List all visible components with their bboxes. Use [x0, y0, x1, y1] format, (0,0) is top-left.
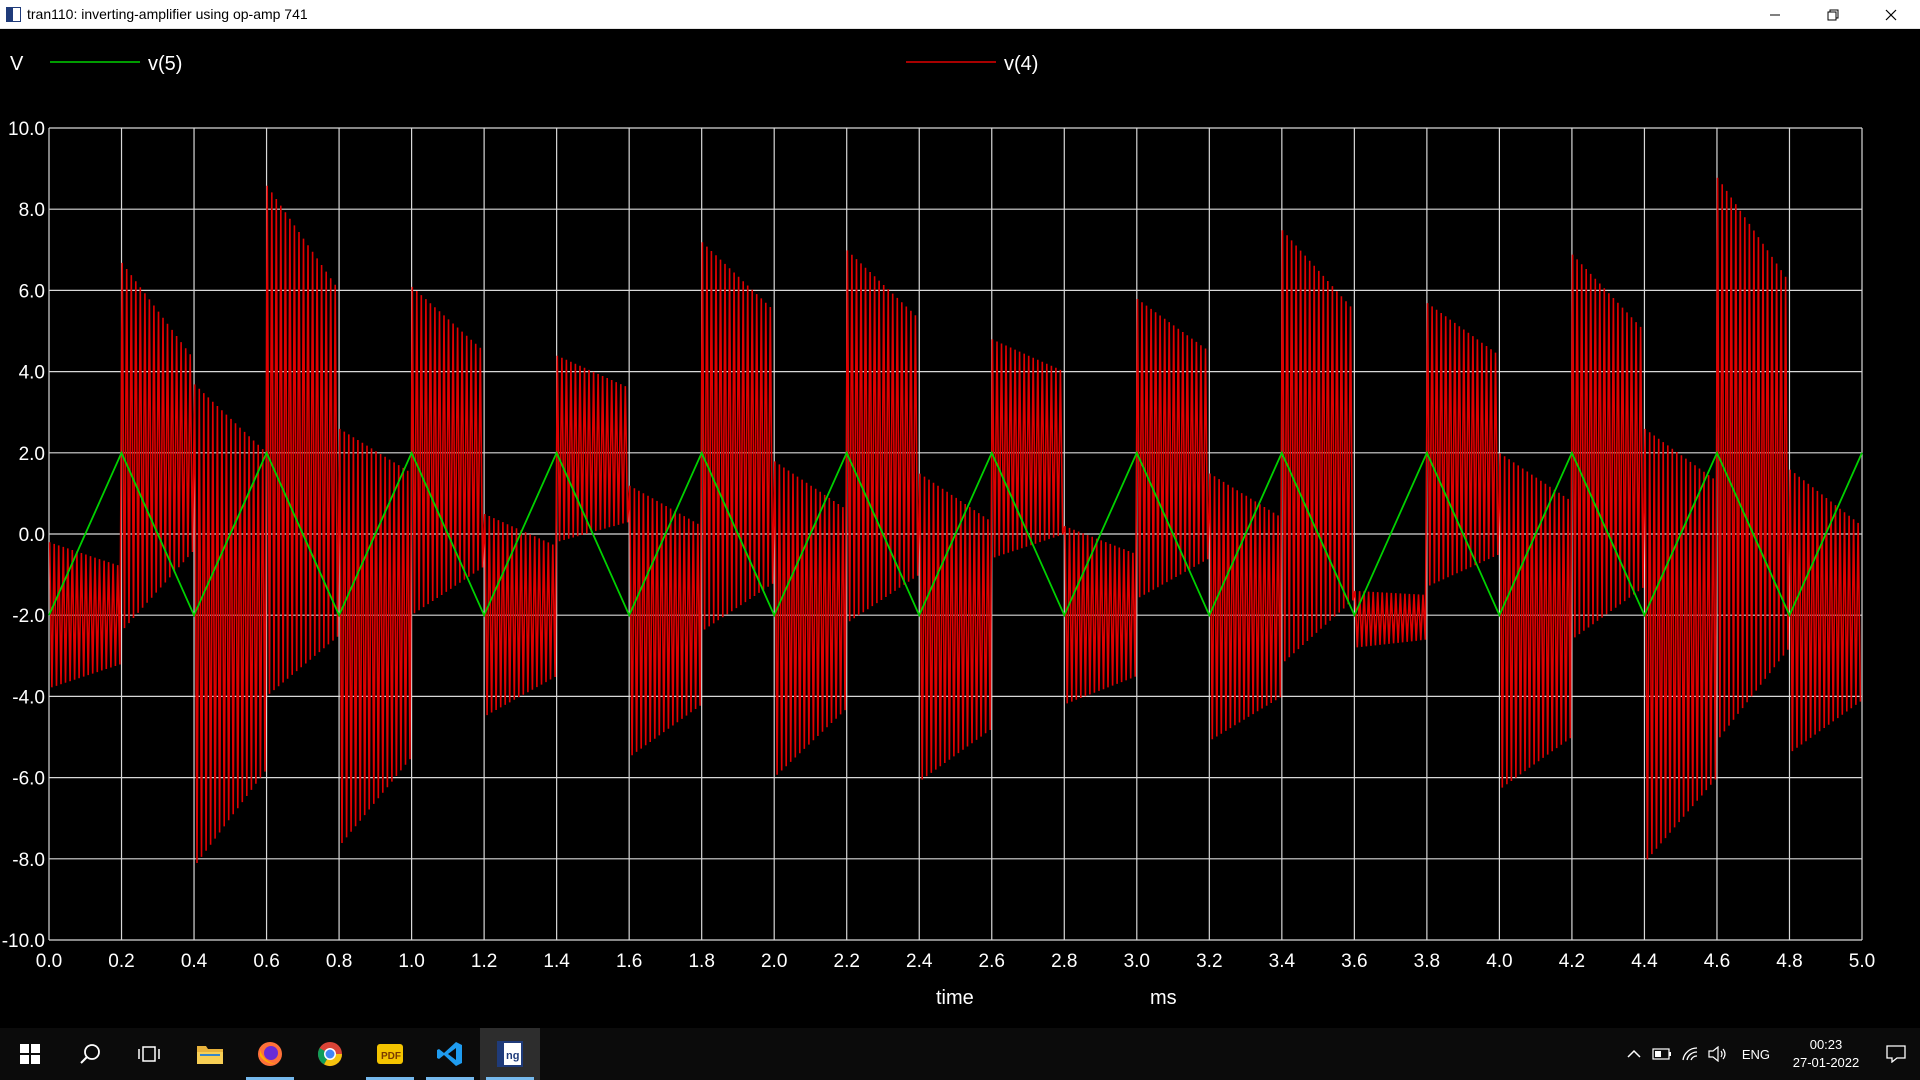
app-root: tran110: inverting-amplifier using op-am…: [0, 0, 1920, 1080]
x-tick-label: 0.4: [181, 951, 208, 972]
x-axis-label: time: [936, 987, 974, 1009]
x-tick-label: 0.6: [253, 951, 279, 972]
taskbar-file-explorer[interactable]: [180, 1028, 240, 1080]
close-icon: [1885, 9, 1897, 20]
x-tick-label: 1.0: [398, 951, 424, 972]
pdf-icon: PDF: [377, 1044, 403, 1064]
window-controls: [1746, 0, 1920, 29]
x-tick-label: 3.6: [1341, 951, 1367, 972]
y-tick-label: 8.0: [19, 200, 45, 221]
x-tick-label: 1.4: [543, 951, 570, 972]
y-tick-label: -8.0: [12, 850, 45, 871]
y-tick-label: 2.0: [19, 444, 45, 465]
tray-battery[interactable]: [1648, 1028, 1676, 1080]
x-tick-label: 2.2: [834, 951, 860, 972]
tray-overflow-button[interactable]: [1620, 1028, 1648, 1080]
chevron-up-icon: [1627, 1049, 1641, 1058]
y-tick-label: -2.0: [12, 606, 45, 627]
clock-time: 00:23: [1809, 1037, 1843, 1052]
x-axis-unit: ms: [1150, 987, 1177, 1009]
firefox-icon: [258, 1042, 282, 1066]
waveform-plot[interactable]: 10.0 8.0 6.0 4.0 2.0 0.0 -2.0 -4.0 -6.0 -8.0 -10.0…: [0, 29, 1920, 1028]
windows-logo-icon: [20, 1044, 40, 1064]
y-tick-label: 6.0: [19, 281, 45, 302]
y-tick-label: 0.0: [19, 525, 45, 546]
task-view-icon: [138, 1046, 160, 1062]
taskbar-ngspice[interactable]: ng: [480, 1028, 540, 1080]
minimize-button[interactable]: [1746, 0, 1804, 29]
x-tick-label: 5.0: [1849, 951, 1875, 972]
taskbar-vscode[interactable]: [420, 1028, 480, 1080]
tray-network[interactable]: [1676, 1028, 1704, 1080]
window-title: tran110: inverting-amplifier using op-am…: [27, 6, 308, 22]
task-view-button[interactable]: [120, 1028, 180, 1080]
y-tick-label: -6.0: [12, 769, 45, 790]
x-tick-label: 0.0: [36, 951, 62, 972]
restore-button[interactable]: [1804, 0, 1862, 29]
x-tick-label: 4.4: [1631, 951, 1658, 972]
plot-window[interactable]: 10.0 8.0 6.0 4.0 2.0 0.0 -2.0 -4.0 -6.0 -8.0 -10.0…: [0, 29, 1920, 1028]
x-tick-label: 2.6: [979, 951, 1005, 972]
vscode-icon: [437, 1042, 462, 1066]
x-tick-label: 4.2: [1559, 951, 1585, 972]
minimize-icon: [1770, 14, 1780, 15]
y-tick-label: -10.0: [2, 931, 45, 952]
speaker-icon: [1708, 1046, 1726, 1062]
system-tray: ENG 00:23 27-01-2022: [1620, 1028, 1920, 1080]
y-tick-label: 10.0: [8, 119, 45, 140]
x-tick-label: 4.6: [1704, 951, 1730, 972]
search-icon: [80, 1044, 100, 1064]
x-tick-label: 3.8: [1414, 951, 1440, 972]
wifi-icon: [1682, 1047, 1697, 1061]
x-tick-label: 1.2: [471, 951, 497, 972]
taskbar-pdf-reader[interactable]: PDF: [360, 1028, 420, 1080]
legend-label-v4: v(4): [1004, 53, 1038, 75]
start-button[interactable]: [0, 1028, 60, 1080]
series-v4-line: [48, 177, 1862, 864]
x-tick-label: 4.0: [1486, 951, 1512, 972]
y-tick-label: 4.0: [19, 363, 45, 384]
notification-center-button[interactable]: [1872, 1028, 1920, 1080]
legend: V v(5) v(4): [10, 53, 1038, 75]
language-indicator[interactable]: ENG: [1732, 1047, 1780, 1062]
app-icon: [6, 6, 21, 22]
ngspice-icon: ng: [497, 1041, 523, 1067]
x-tick-label: 3.0: [1124, 951, 1150, 972]
x-tick-label: 4.8: [1776, 951, 1802, 972]
chrome-icon: [317, 1042, 342, 1067]
svg-text:ng: ng: [506, 1050, 519, 1062]
title-bar[interactable]: tran110: inverting-amplifier using op-am…: [0, 0, 1920, 29]
close-button[interactable]: [1862, 0, 1920, 29]
battery-icon: [1652, 1048, 1671, 1060]
x-tick-label: 2.0: [761, 951, 787, 972]
taskbar-chrome[interactable]: [300, 1028, 360, 1080]
x-tick-label: 3.2: [1196, 951, 1222, 972]
x-tick-label: 2.8: [1051, 951, 1077, 972]
taskbar: PDF ng ENG 00:23 27-01-2022: [0, 1028, 1920, 1080]
series-layer: [48, 177, 1863, 864]
y-unit-label: V: [10, 53, 24, 75]
x-tick-label: 3.4: [1269, 951, 1296, 972]
search-button[interactable]: [60, 1028, 120, 1080]
legend-label-v5: v(5): [148, 53, 182, 75]
clock-date: 27-01-2022: [1792, 1055, 1860, 1070]
x-tick-label: 2.4: [906, 951, 933, 972]
folder-icon: [197, 1046, 223, 1064]
x-tick-label: 1.8: [688, 951, 714, 972]
restore-icon: [1827, 9, 1839, 20]
x-tick-label: 0.8: [326, 951, 352, 972]
clock[interactable]: 00:23 27-01-2022: [1780, 1036, 1872, 1072]
x-tick-label: 0.2: [108, 951, 134, 972]
x-tick-label: 1.6: [616, 951, 642, 972]
y-tick-label: -4.0: [12, 687, 45, 708]
tray-volume[interactable]: [1704, 1028, 1732, 1080]
taskbar-firefox[interactable]: [240, 1028, 300, 1080]
svg-text:PDF: PDF: [381, 1051, 401, 1062]
notification-icon: [1886, 1045, 1906, 1063]
